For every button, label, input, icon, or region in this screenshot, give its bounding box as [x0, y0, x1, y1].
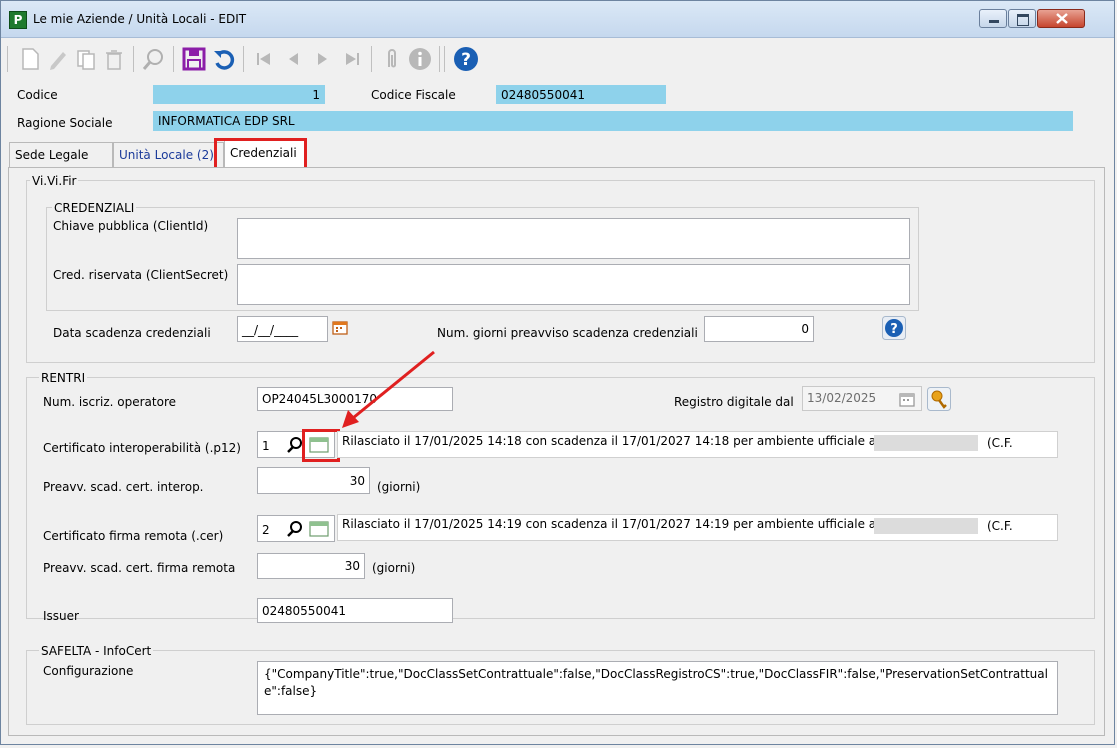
annotation-arrow: [342, 350, 435, 428]
main-window: P Le mie Aziende / Unità Locali - EDIT ?…: [0, 0, 1115, 745]
